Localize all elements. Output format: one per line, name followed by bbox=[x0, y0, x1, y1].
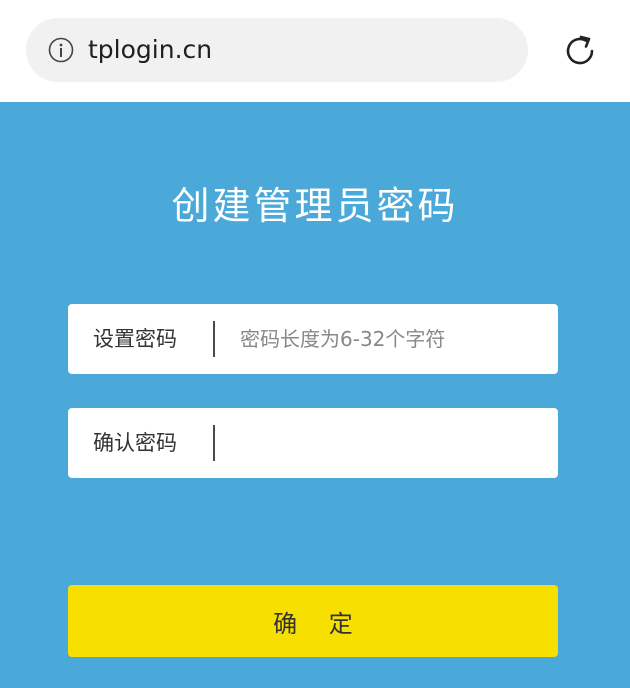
confirm-password-label: 确认密码 bbox=[93, 431, 177, 455]
confirm-button[interactable]: 确 定 bbox=[68, 585, 558, 657]
reload-icon[interactable] bbox=[559, 30, 601, 72]
field-divider bbox=[213, 425, 215, 461]
info-icon[interactable] bbox=[48, 37, 74, 63]
address-bar[interactable]: tplogin.cn bbox=[26, 18, 528, 82]
set-password-field[interactable]: 设置密码 bbox=[68, 304, 558, 374]
page-title: 创建管理员密码 bbox=[171, 184, 459, 228]
confirm-password-field[interactable]: 确认密码 bbox=[68, 408, 558, 478]
set-password-label: 设置密码 bbox=[93, 327, 177, 351]
router-setup-page: 创建管理员密码 设置密码 确认密码 确 定 bbox=[0, 102, 630, 688]
browser-toolbar: tplogin.cn bbox=[0, 0, 630, 102]
url-text[interactable]: tplogin.cn bbox=[88, 34, 212, 66]
set-password-input[interactable] bbox=[228, 318, 550, 360]
confirm-password-input[interactable] bbox=[228, 422, 550, 464]
field-divider bbox=[213, 321, 215, 357]
